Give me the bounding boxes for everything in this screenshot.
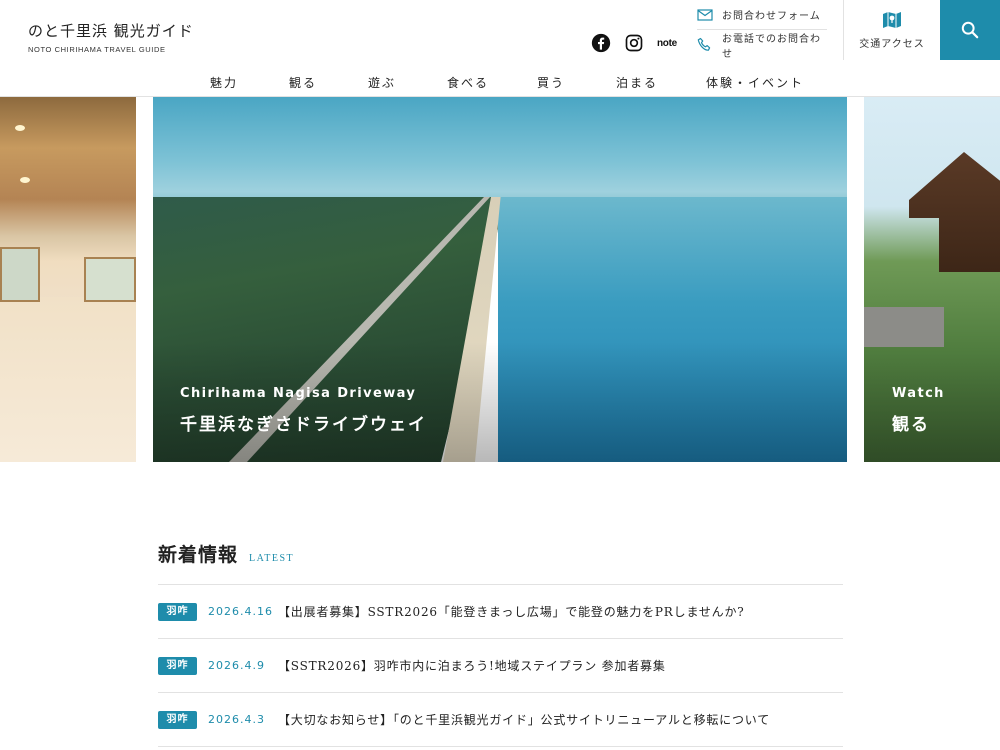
news-text: 【SSTR2026】羽咋市内に泊まろう!地域ステイプラン 参加者募集 [278, 659, 666, 673]
contact-form-link[interactable]: お問合わせフォーム [697, 0, 827, 30]
nav-item-shop[interactable]: 買う [537, 68, 565, 97]
news-tag: 羽咋 [158, 656, 197, 675]
slide-prev-image [0, 297, 136, 462]
map-icon [883, 11, 901, 28]
slide-prev-window [0, 247, 40, 302]
hero-slider: Chirihama Nagisa Driveway 千里浜なぎさドライブウェイ … [0, 97, 1000, 462]
search-button[interactable] [940, 0, 1000, 60]
news-item[interactable]: 羽咋 2026.4.9 【SSTR2026】羽咋市内に泊まろう!地域ステイプラン… [158, 639, 843, 693]
site-header: のと千里浜 観光ガイド NOTO CHIRIHAMA TRAVEL GUIDE … [0, 0, 1000, 97]
nav-item-play[interactable]: 遊ぶ [368, 68, 396, 97]
slide-next-title-en: Watch [892, 386, 945, 401]
logo-title: のと千里浜 観光ガイド [28, 22, 194, 40]
nav-item-see[interactable]: 観る [289, 68, 317, 97]
slide-title-en: Chirihama Nagisa Driveway [180, 386, 417, 401]
slide-current[interactable]: Chirihama Nagisa Driveway 千里浜なぎさドライブウェイ [153, 97, 847, 462]
contact-phone-link[interactable]: お電話でのお問合わせ [697, 30, 827, 60]
access-link[interactable]: 交通アクセス [844, 0, 940, 60]
phone-icon [697, 37, 711, 51]
nav-item-charm[interactable]: 魅力 [210, 68, 238, 97]
news-section: 新着情報 LATEST 羽咋 2026.4.16 【出展者募集】SSTR2026… [158, 540, 843, 747]
logo-subtitle: NOTO CHIRIHAMA TRAVEL GUIDE [28, 45, 166, 54]
slide-next[interactable]: Watch 観る [864, 97, 1000, 462]
social-links: note [591, 33, 677, 53]
contact-phone-label: お電話でのお問合わせ [722, 34, 821, 60]
site-logo[interactable]: のと千里浜 観光ガイド NOTO CHIRIHAMA TRAVEL GUIDE [28, 20, 194, 54]
access-label: 交通アクセス [859, 38, 925, 50]
slide-prev-lamp [15, 125, 25, 131]
slide-title-jp: 千里浜なぎさドライブウェイ [180, 415, 427, 435]
note-link[interactable]: note [657, 38, 677, 49]
news-date: 2026.4.3 [208, 713, 265, 726]
news-date: 2026.4.9 [208, 659, 265, 672]
slide-next-title-jp: 観る [892, 415, 930, 435]
instagram-icon[interactable] [624, 33, 644, 53]
slide-prev-window [84, 257, 136, 302]
nav-item-stay[interactable]: 泊まる [616, 68, 658, 97]
nav-item-eat[interactable]: 食べる [447, 68, 489, 97]
contact-form-label: お問合わせフォーム [722, 11, 821, 22]
news-item[interactable]: 羽咋 2026.4.3 【大切なお知らせ】「のと千里浜観光ガイド」公式サイトリニ… [158, 693, 843, 747]
contact-links: お問合わせフォーム お電話でのお問合わせ [697, 0, 827, 60]
news-date: 2026.4.16 [208, 605, 273, 618]
search-icon [961, 21, 979, 39]
news-header: 新着情報 LATEST [158, 540, 843, 585]
slide-prev-lamp [20, 177, 30, 183]
mail-icon [697, 8, 713, 21]
news-tag: 羽咋 [158, 602, 197, 621]
news-tag: 羽咋 [158, 710, 197, 729]
slide-prev[interactable] [0, 97, 136, 462]
slide-next-caption: Watch 観る [892, 386, 945, 435]
news-text: 【大切なお知らせ】「のと千里浜観光ガイド」公式サイトリニューアルと移転について [278, 713, 771, 727]
nav-item-experience[interactable]: 体験・イベント [706, 68, 804, 97]
facebook-icon[interactable] [591, 33, 611, 53]
slide-next-building [864, 307, 944, 347]
slide-caption: Chirihama Nagisa Driveway 千里浜なぎさドライブウェイ [180, 386, 427, 435]
news-text: 【出展者募集】SSTR2026「能登きまっし広場」で能登の魅力をPRしませんか? [278, 605, 745, 619]
slide-next-pagoda [909, 152, 1000, 272]
news-subtitle: LATEST [249, 553, 295, 564]
news-title: 新着情報 [158, 544, 239, 566]
news-item[interactable]: 羽咋 2026.4.16 【出展者募集】SSTR2026「能登きまっし広場」で能… [158, 585, 843, 639]
